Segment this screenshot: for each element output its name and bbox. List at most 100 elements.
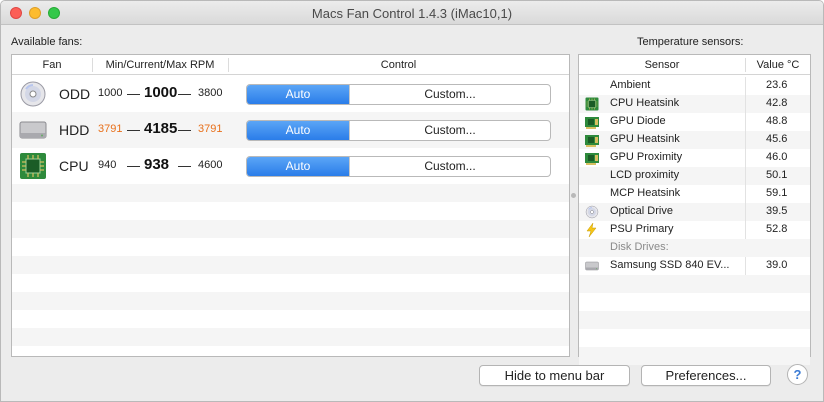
sensor-value: 39.0 (766, 259, 788, 271)
panel-splitter-handle[interactable] (571, 193, 576, 198)
sensor-row[interactable]: LCD proximity 50.1 (579, 167, 810, 185)
column-header-fan[interactable]: Fan (12, 59, 92, 71)
window-title: Macs Fan Control 1.4.3 (iMac10,1) (311, 6, 513, 21)
sensor-value: 50.1 (766, 169, 788, 181)
empty-row (12, 346, 569, 364)
sensor-row[interactable]: PSU Primary 52.8 (579, 221, 810, 239)
column-header-control[interactable]: Control (228, 59, 569, 71)
fan-row-cpu: CPU 940 — 938 — 4600 Auto Custom... (12, 148, 569, 184)
sensor-value: 52.8 (766, 223, 788, 235)
auto-button[interactable]: Auto (247, 157, 349, 176)
sensors-table-header: Sensor Value °C (579, 55, 810, 75)
fans-table: Fan Min/Current/Max RPM Control ODD 1000—… (11, 54, 570, 357)
sensor-value: 59.1 (766, 187, 788, 199)
gpu-card-icon (584, 115, 600, 129)
empty-row (12, 202, 569, 220)
sensor-name: CPU Heatsink (610, 97, 680, 109)
fan-max-rpm: 4600 (198, 159, 223, 171)
fan-max-rpm: 3800 (198, 87, 223, 99)
empty-row (12, 274, 569, 292)
sensors-section-label: Temperature sensors: (637, 36, 744, 48)
rpm-separator: — (127, 86, 140, 101)
empty-row (12, 220, 569, 238)
sensor-group-header: Disk Drives: (579, 239, 810, 257)
column-header-rpm[interactable]: Min/Current/Max RPM (92, 59, 228, 71)
cpu-chip-icon (18, 152, 48, 180)
fan-current-rpm: 4185 (144, 120, 178, 137)
hide-to-menu-bar-button[interactable]: Hide to menu bar (479, 365, 630, 386)
sensor-name: GPU Proximity (610, 151, 683, 163)
gpu-card-icon (584, 151, 600, 165)
rpm-separator: — (127, 122, 140, 137)
optical-drive-icon (584, 205, 600, 219)
empty-row (579, 311, 810, 329)
custom-button[interactable]: Custom... (349, 121, 550, 140)
fan-max-rpm: 3791 (198, 123, 223, 135)
column-header-sensor[interactable]: Sensor (579, 59, 745, 71)
fan-min-rpm: 1000 (98, 87, 123, 99)
empty-row (12, 238, 569, 256)
sensor-row[interactable]: Ambient 23.6 (579, 77, 810, 95)
sensor-row[interactable]: GPU Diode 48.8 (579, 113, 810, 131)
fan-min-rpm: 3791 (98, 123, 123, 135)
empty-row (579, 275, 810, 293)
rpm-separator: — (127, 158, 140, 173)
sensor-row[interactable]: Samsung SSD 840 EV... 39.0 (579, 257, 810, 275)
fan-name: HDD (59, 122, 90, 138)
empty-row (12, 256, 569, 274)
fan-min-rpm: 940 (98, 159, 117, 171)
sensor-row[interactable]: Optical Drive 39.5 (579, 203, 810, 221)
sensor-row[interactable]: MCP Heatsink 59.1 (579, 185, 810, 203)
sensor-value: 42.8 (766, 97, 788, 109)
sensor-name: Optical Drive (610, 205, 673, 217)
sensor-value: 46.0 (766, 151, 788, 163)
fan-name: CPU (59, 158, 89, 174)
fan-control-segmented: Auto Custom... (246, 156, 551, 177)
rpm-separator: — (178, 122, 191, 137)
sensor-value: 45.6 (766, 133, 788, 145)
preferences-button[interactable]: Preferences... (641, 365, 771, 386)
empty-row (12, 328, 569, 346)
title-bar: Macs Fan Control 1.4.3 (iMac10,1) (1, 1, 823, 25)
empty-row (579, 293, 810, 311)
cpu-chip-icon (584, 97, 600, 111)
sensor-name: Disk Drives: (610, 241, 669, 253)
sensor-value: 23.6 (766, 79, 788, 91)
empty-row (12, 292, 569, 310)
hard-drive-icon (18, 116, 48, 144)
empty-row (579, 329, 810, 347)
empty-row (12, 184, 569, 202)
fan-row-hdd: HDD 3791—4185—3791 Auto Custom... (12, 112, 569, 148)
auto-button[interactable]: Auto (247, 121, 349, 140)
gpu-card-icon (584, 133, 600, 147)
optical-drive-icon (18, 80, 48, 108)
sensor-name: GPU Heatsink (610, 133, 680, 145)
sensor-name: Ambient (610, 79, 651, 91)
sensor-value: 39.5 (766, 205, 788, 217)
fan-current-rpm: 938 (144, 156, 170, 173)
help-button[interactable]: ? (787, 364, 808, 385)
fan-current-rpm: 1000 (144, 84, 178, 101)
empty-row (579, 347, 810, 365)
fans-table-header: Fan Min/Current/Max RPM Control (12, 55, 569, 75)
sensor-row[interactable]: GPU Heatsink 45.6 (579, 131, 810, 149)
sensor-value: 48.8 (766, 115, 788, 127)
sensors-table: Sensor Value °C Ambient 23.6 CPU Heatsink 4… (578, 54, 811, 365)
sensor-name: LCD proximity (610, 169, 680, 181)
hard-drive-icon (584, 259, 600, 273)
rpm-separator: — (178, 158, 191, 173)
sensor-row[interactable]: GPU Proximity 46.0 (579, 149, 810, 167)
fan-control-segmented: Auto Custom... (246, 84, 551, 105)
custom-button[interactable]: Custom... (349, 157, 550, 176)
lightning-icon (584, 222, 600, 238)
sensor-row[interactable]: CPU Heatsink 42.8 (579, 95, 810, 113)
rpm-separator: — (178, 86, 191, 101)
column-header-value[interactable]: Value °C (745, 59, 811, 71)
sensor-name: Samsung SSD 840 EV... (610, 259, 730, 271)
fan-control-segmented: Auto Custom... (246, 120, 551, 141)
custom-button[interactable]: Custom... (349, 85, 550, 104)
auto-button[interactable]: Auto (247, 85, 349, 104)
fans-section-label: Available fans: (11, 36, 83, 48)
empty-row (12, 310, 569, 328)
sensor-name: MCP Heatsink (610, 187, 681, 199)
